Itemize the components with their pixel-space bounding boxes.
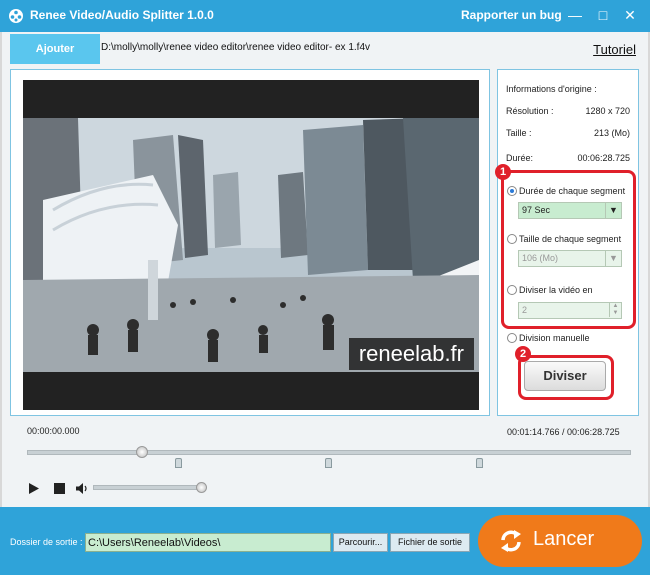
chevron-down-icon[interactable]: ▼ [605, 251, 621, 266]
split-marker[interactable] [175, 458, 182, 468]
time-range: 00:01:14.766 / 00:06:28.725 [507, 427, 620, 437]
divide-video-label: Diviser la vidéo en [519, 285, 593, 295]
video-preview-panel: reneelab.fr [10, 69, 490, 416]
file-path: D:\molly\molly\renee video editor\renee … [101, 42, 371, 53]
divide-video-radio[interactable] [507, 285, 517, 295]
segment-size-select[interactable]: 106 (Mo) ▼ [518, 250, 622, 267]
segment-duration-option[interactable]: Durée de chaque segment [507, 186, 625, 196]
manual-division-radio[interactable] [507, 333, 517, 343]
spin-down-icon[interactable]: ▼ [609, 310, 621, 317]
manual-division-option[interactable]: Division manuelle [507, 333, 590, 343]
tutorial-link[interactable]: Tutoriel [593, 42, 636, 57]
split-button[interactable]: Diviser [524, 361, 606, 391]
browse-button[interactable]: Parcourir... [333, 533, 388, 552]
app-title: Renee Video/Audio Splitter 1.0.0 [30, 8, 214, 22]
refresh-icon [501, 530, 521, 552]
segment-duration-value: 97 Sec [522, 205, 551, 215]
segment-size-label: Taille de chaque segment [519, 234, 622, 244]
title-bar: Renee Video/Audio Splitter 1.0.0 Rapport… [0, 0, 650, 32]
duration-label: Durée: [506, 153, 534, 163]
app-logo-icon [9, 9, 23, 23]
playhead-handle[interactable] [136, 446, 148, 458]
play-icon[interactable] [28, 482, 40, 495]
minimize-button[interactable]: — [566, 6, 584, 24]
output-file-button[interactable]: Fichier de sortie [390, 533, 470, 552]
video-watermark: reneelab.fr [348, 338, 474, 370]
segment-size-radio[interactable] [507, 234, 517, 244]
resolution-value: 1280 x 720 [585, 106, 630, 116]
launch-label: Lancer [533, 528, 595, 550]
maximize-button[interactable]: □ [594, 6, 612, 24]
close-button[interactable]: ✕ [621, 6, 639, 24]
output-folder-input[interactable] [85, 533, 331, 552]
output-folder-label: Dossier de sortie : [10, 537, 83, 547]
segment-duration-select[interactable]: 97 Sec ▼ [518, 202, 622, 219]
stop-icon[interactable] [54, 483, 65, 494]
report-bug-link[interactable]: Rapporter un bug [461, 8, 562, 22]
size-label: Taille : [506, 128, 532, 138]
divide-count-spinner[interactable]: 2 ▲ ▼ [518, 302, 622, 319]
volume-slider[interactable] [93, 485, 205, 490]
segment-duration-label: Durée de chaque segment [519, 186, 626, 196]
divide-video-option[interactable]: Diviser la vidéo en [507, 285, 593, 295]
size-value: 213 (Mo) [593, 128, 630, 138]
timeline-track[interactable] [27, 450, 631, 455]
volume-icon[interactable] [76, 483, 90, 494]
segment-size-value: 106 (Mo) [522, 253, 559, 263]
split-marker[interactable] [476, 458, 483, 468]
step-2-badge: 2 [515, 346, 531, 362]
video-frame[interactable]: reneelab.fr [23, 80, 479, 410]
info-heading: Informations d'origine : [506, 84, 597, 94]
duration-value: 00:06:28.725 [577, 153, 630, 163]
resolution-label: Résolution : [506, 106, 554, 116]
spin-up-icon[interactable]: ▲ [609, 303, 621, 310]
add-file-button[interactable]: Ajouter [10, 34, 100, 64]
volume-handle[interactable] [196, 482, 207, 493]
current-time: 00:00:00.000 [27, 426, 80, 436]
segment-size-option[interactable]: Taille de chaque segment [507, 234, 621, 244]
step-1-badge: 1 [495, 164, 511, 180]
split-marker[interactable] [325, 458, 332, 468]
chevron-down-icon[interactable]: ▼ [605, 203, 621, 218]
launch-button[interactable]: Lancer [478, 515, 642, 567]
segment-duration-radio[interactable] [507, 186, 517, 196]
divide-count-value: 2 [522, 305, 528, 315]
manual-division-label: Division manuelle [519, 333, 590, 343]
